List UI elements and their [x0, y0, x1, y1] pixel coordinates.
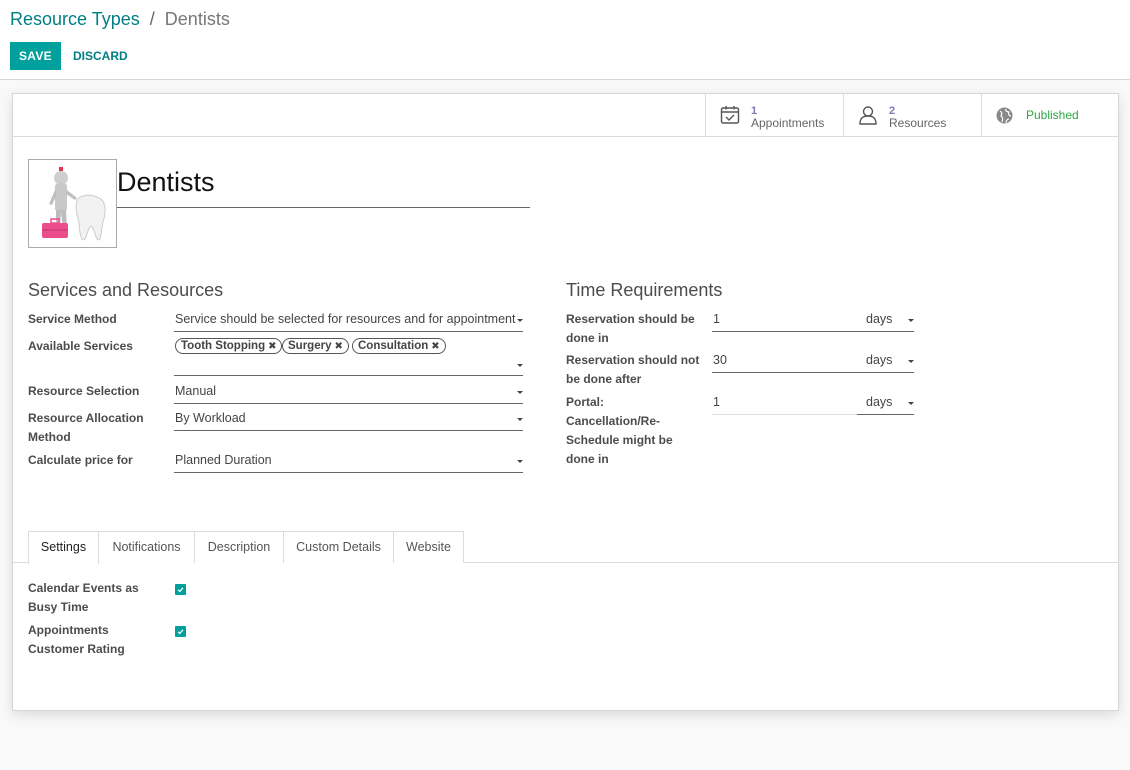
resource-allocation-select[interactable]: By Workload: [174, 409, 523, 431]
service-tag[interactable]: Consultation ✖: [352, 338, 446, 354]
portal-cancellation-input[interactable]: 1: [712, 393, 857, 415]
available-services-label: Available Services: [28, 339, 133, 353]
busy-time-label: Calendar Events as Busy Time: [28, 581, 139, 614]
reservation-done-in-unit-select[interactable]: days: [857, 310, 914, 332]
save-button[interactable]: SAVE: [10, 42, 61, 70]
dentist-figure-image: [42, 167, 106, 241]
checkmark-icon: [177, 629, 184, 635]
remove-tag-icon[interactable]: ✖: [268, 341, 276, 352]
chevron-down-icon: [517, 364, 523, 367]
available-services-field[interactable]: Tooth Stopping ✖ Surgery ✖ Consultation ✖: [174, 337, 523, 376]
customer-rating-checkbox[interactable]: [175, 626, 186, 637]
globe-icon: [996, 107, 1013, 127]
resources-smart-button[interactable]: 2 Resources: [843, 94, 981, 136]
user-icon: [858, 105, 878, 128]
chevron-down-icon: [908, 360, 914, 363]
resource-selection-value: Manual: [175, 384, 216, 398]
appointments-label: Appointments: [751, 116, 825, 130]
resources-stat-text: 2 Resources: [889, 104, 946, 129]
chevron-down-icon: [908, 319, 914, 322]
services-section-title: Services and Resources: [28, 280, 224, 300]
service-method-label: Service Method: [28, 312, 117, 326]
chevron-down-icon: [517, 460, 523, 463]
form-sheet: 1 Appointments 2 Resources Published Den…: [12, 93, 1119, 711]
breadcrumb: Resource Types / Dentists: [10, 9, 230, 30]
chevron-down-icon: [517, 391, 523, 394]
service-tag[interactable]: Tooth Stopping ✖: [175, 338, 283, 354]
reservation-done-in-value: 1: [713, 312, 720, 326]
checkmark-icon: [177, 587, 184, 593]
portal-cancellation-value: 1: [713, 395, 720, 409]
control-panel: Resource Types / Dentists SAVE DISCARD: [0, 0, 1130, 80]
reservation-not-after-input[interactable]: 30: [712, 351, 857, 373]
resource-type-image[interactable]: [28, 159, 117, 248]
calculate-price-select[interactable]: Planned Duration: [174, 451, 523, 473]
unit-value: days: [866, 395, 893, 409]
chevron-down-icon: [517, 418, 523, 421]
portal-cancellation-label: Portal: Cancellation/Re- Schedule might be…: [566, 395, 673, 466]
discard-button[interactable]: DISCARD: [66, 42, 135, 70]
breadcrumb-current: Dentists: [164, 9, 230, 29]
reservation-not-after-value: 30: [713, 353, 727, 367]
tab-custom-details[interactable]: Custom Details: [284, 531, 394, 563]
reservation-not-after-label: Reservation should not be done after: [566, 353, 700, 386]
resource-selection-select[interactable]: Manual: [174, 382, 523, 404]
tab-description[interactable]: Description: [195, 531, 284, 563]
breadcrumb-parent-link[interactable]: Resource Types: [10, 9, 140, 29]
tab-notifications[interactable]: Notifications: [99, 531, 195, 563]
calculate-price-label: Calculate price for: [28, 453, 133, 467]
unit-value: days: [866, 312, 893, 326]
chevron-down-icon: [908, 402, 914, 405]
reservation-done-in-label: Reservation should be done in: [566, 312, 695, 345]
resource-allocation-value: By Workload: [175, 411, 246, 425]
service-method-select[interactable]: Service should be selected for resources…: [174, 310, 523, 332]
appointments-stat-text: 1 Appointments: [751, 104, 824, 129]
time-section-title: Time Requirements: [566, 280, 723, 300]
tab-settings[interactable]: Settings: [28, 531, 99, 564]
remove-tag-icon[interactable]: ✖: [431, 341, 439, 352]
service-method-value: Service should be selected for resources…: [175, 312, 516, 326]
resource-allocation-label: Resource Allocation Method: [28, 411, 144, 444]
portal-cancellation-unit-select[interactable]: days: [857, 393, 914, 415]
resource-selection-label: Resource Selection: [28, 384, 140, 398]
resources-label: Resources: [889, 116, 947, 130]
record-name-field[interactable]: Dentists: [117, 166, 530, 208]
published-label: Published: [1026, 108, 1079, 122]
remove-tag-icon[interactable]: ✖: [334, 341, 342, 352]
notebook-tabs: Settings Notifications Description Custo…: [13, 531, 1118, 564]
tab-website[interactable]: Website: [394, 531, 464, 563]
reservation-done-in-input[interactable]: 1: [712, 310, 857, 332]
calculate-price-value: Planned Duration: [175, 453, 272, 467]
unit-value: days: [866, 353, 893, 367]
service-tag[interactable]: Surgery ✖: [282, 338, 349, 354]
busy-time-checkbox[interactable]: [175, 584, 186, 595]
published-smart-button[interactable]: Published: [981, 94, 1118, 136]
chevron-down-icon: [517, 319, 523, 322]
smart-button-box: 1 Appointments 2 Resources Published: [13, 94, 1118, 137]
reservation-not-after-unit-select[interactable]: days: [857, 351, 914, 373]
breadcrumb-separator: /: [149, 9, 155, 29]
calendar-check-icon: [720, 105, 740, 128]
customer-rating-label: Appointments Customer Rating: [28, 623, 125, 656]
appointments-smart-button[interactable]: 1 Appointments: [705, 94, 843, 136]
